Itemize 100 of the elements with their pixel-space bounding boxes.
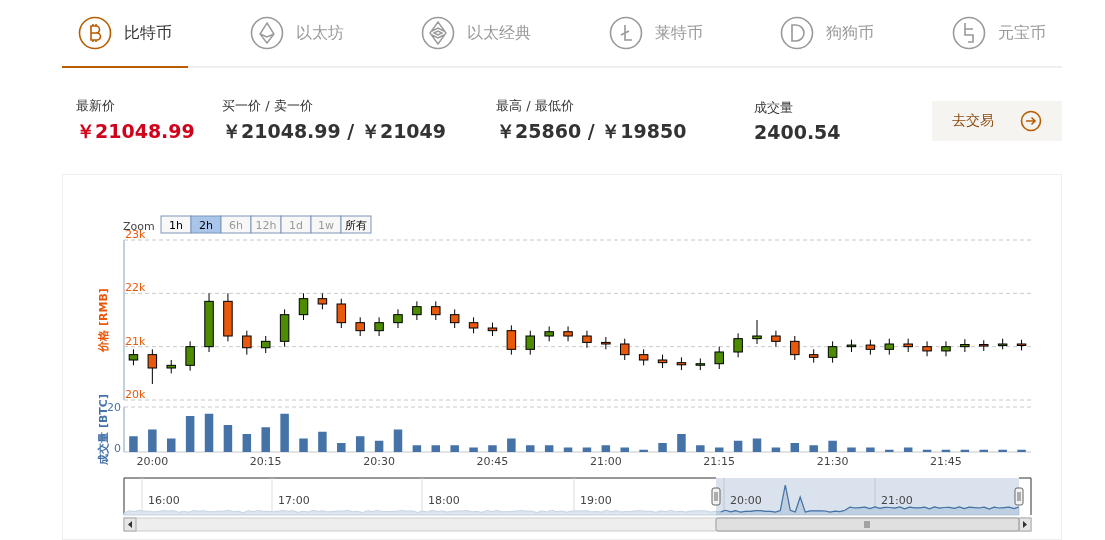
navigator-time-label: 21:00	[881, 494, 913, 507]
candlestick	[242, 330, 252, 356]
range-handle[interactable]	[1014, 487, 1024, 506]
candlestick	[355, 316, 365, 337]
candlestick	[431, 300, 441, 321]
volume-bar	[733, 440, 743, 452]
stat-value: ￥21048.99 / ￥21049	[222, 119, 448, 144]
zoom-button[interactable]: 所有	[340, 215, 372, 234]
candlestick	[676, 356, 687, 371]
candlestick	[317, 292, 328, 310]
candlestick	[223, 292, 233, 342]
volume-bar	[771, 447, 781, 452]
navigator-time-label: 18:00	[428, 494, 460, 507]
volume-bar	[374, 440, 384, 452]
candlestick	[1016, 339, 1027, 351]
candlestick	[846, 339, 857, 353]
candlestick	[544, 325, 554, 342]
range-handle[interactable]	[711, 487, 721, 506]
volume-bar	[677, 434, 686, 452]
navigator-time-label: 16:00	[148, 494, 180, 507]
stat-label: 最高 / 最低价	[496, 97, 575, 115]
candlestick	[922, 340, 932, 357]
candlestick	[695, 357, 706, 371]
volume-bar	[790, 443, 800, 452]
coin-tab[interactable]: 元宝币	[935, 0, 1062, 68]
scrollbar-thumb[interactable]	[715, 517, 1020, 532]
coin-tab[interactable]: 以太经典	[405, 0, 548, 68]
axis-tick-label: 21k	[125, 334, 146, 348]
volume-bar	[544, 445, 554, 452]
candlestick	[601, 336, 611, 350]
axis-tick-label: 20	[107, 401, 121, 414]
candlestick	[827, 340, 838, 364]
volume-bar	[563, 447, 573, 452]
axis-tick-label: 20k	[125, 388, 146, 401]
candlestick	[638, 348, 649, 366]
volume-bar	[167, 438, 176, 452]
volume-bar	[847, 447, 856, 452]
trade-button[interactable]: 去交易	[932, 101, 1062, 141]
candlestick	[449, 308, 460, 329]
axis-tick-label: 20:00	[136, 455, 169, 468]
volume-bar	[355, 436, 365, 452]
candlestick	[563, 325, 573, 342]
coin-tab[interactable]: 莱特币	[592, 0, 719, 68]
volume-bar	[242, 434, 252, 452]
volume-bar	[960, 449, 970, 452]
candlestick	[979, 339, 989, 352]
candlestick	[903, 338, 913, 353]
volume-bar	[129, 436, 138, 452]
candlestick	[487, 322, 498, 337]
volume-bar	[828, 440, 837, 452]
candlestick	[279, 308, 290, 348]
volume-bar	[280, 413, 289, 452]
volume-bar	[450, 445, 459, 452]
volume-bar	[507, 438, 516, 452]
candlestick	[374, 316, 384, 337]
zoom-button[interactable]: 2h	[190, 215, 222, 234]
candlestick	[790, 335, 800, 361]
stat-label: 成交量	[754, 99, 794, 117]
volume-bar	[752, 438, 762, 452]
axis-title: 成交量 [BTC]	[97, 394, 110, 465]
volume-bar	[393, 429, 403, 452]
axis-tick-label: 22k	[125, 281, 146, 295]
candlestick	[506, 324, 517, 356]
volume-bar	[185, 416, 195, 452]
navigator-time-label: 17:00	[278, 494, 310, 507]
stat-label: 最新价	[76, 97, 116, 115]
candlestick	[298, 292, 309, 321]
volume-bar	[866, 447, 875, 452]
candlestick	[657, 354, 668, 369]
coin-tab[interactable]: 比特币	[62, 0, 188, 68]
volume-bar	[922, 449, 932, 452]
axis-tick-label: 21:15	[703, 455, 736, 468]
volume-bar	[903, 447, 913, 452]
volume-bar	[601, 445, 611, 452]
candlestick	[393, 308, 403, 329]
candlestick	[260, 335, 271, 354]
zoom-button[interactable]: 1h	[160, 215, 192, 234]
scroll-left-button[interactable]	[123, 517, 137, 532]
navigator-time-label: 20:00	[730, 494, 762, 507]
volume-bar	[885, 449, 894, 452]
volume-bar	[223, 425, 233, 452]
bitcoin-icon	[78, 16, 112, 50]
axis-tick-label: 0	[114, 442, 121, 455]
volume-bar	[639, 449, 648, 452]
axis-tick-label: 21:00	[590, 455, 622, 468]
candlestick	[166, 359, 176, 374]
axis-tick-label: 21:30	[816, 455, 849, 468]
axis-tick-label: 20:15	[249, 455, 282, 468]
candlestick	[752, 319, 762, 345]
candlestick	[412, 300, 422, 321]
volume-bar	[941, 449, 951, 452]
volume-bar	[1017, 449, 1026, 452]
volume-bar	[582, 447, 592, 452]
axis-tick-label: 20:30	[363, 455, 395, 468]
coin-tab[interactable]: 狗狗币	[764, 0, 891, 68]
volume-bar	[299, 438, 308, 452]
coin-tab[interactable]: 以太坊	[233, 0, 360, 68]
candlestick	[525, 330, 535, 356]
stat-value: 2400.54	[754, 121, 842, 143]
candlestick	[960, 338, 970, 353]
